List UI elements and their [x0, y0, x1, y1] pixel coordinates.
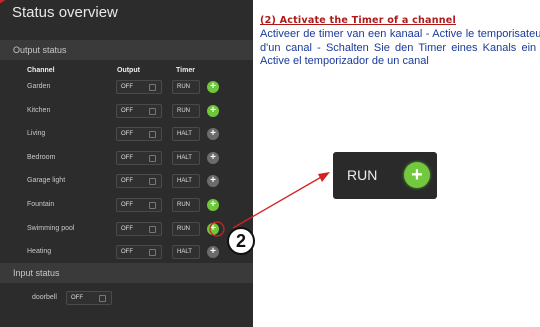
zoomed-run-button: RUN +	[333, 152, 437, 199]
zoom-run-label: RUN	[347, 167, 378, 183]
instruction-headline: (2) Activate the Timer of a channel	[260, 15, 456, 26]
step-number-badge: 2	[227, 227, 255, 255]
callout-arrowhead-icon	[318, 172, 330, 182]
plus-icon: +	[411, 164, 423, 186]
instruction-body: Activeer de timer van een kanaal - Activ…	[260, 28, 540, 67]
zoom-timer-button: +	[404, 162, 430, 188]
highlight-ring-icon	[209, 221, 225, 237]
callout-arrow-line	[232, 175, 324, 229]
